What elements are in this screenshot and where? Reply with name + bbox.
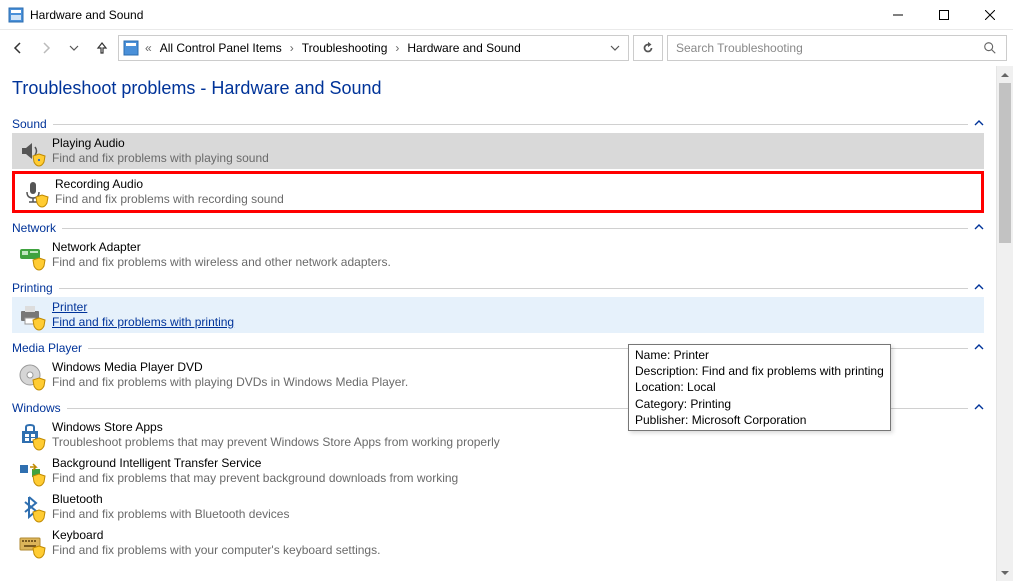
content-area: Troubleshoot problems - Hardware and Sou… bbox=[0, 66, 1013, 581]
item-subtitle: Find and fix problems with playing sound bbox=[52, 151, 269, 166]
section-divider bbox=[59, 288, 968, 289]
section-sound: Sound Playing Audio Find and fix problem… bbox=[12, 117, 984, 213]
scroll-up-arrow[interactable] bbox=[997, 66, 1013, 83]
transfer-icon bbox=[16, 457, 44, 485]
item-subtitle: Find and fix problems with wireless and … bbox=[52, 255, 391, 270]
troubleshooter-keyboard[interactable]: Keyboard Find and fix problems with your… bbox=[12, 525, 984, 561]
section-network: Network Network Adapter Find and fix pro… bbox=[12, 221, 984, 273]
window-title: Hardware and Sound bbox=[30, 8, 143, 22]
back-button[interactable] bbox=[6, 36, 30, 60]
bluetooth-icon bbox=[16, 493, 44, 521]
speaker-icon bbox=[16, 137, 44, 165]
item-subtitle: Find and fix problems with your computer… bbox=[52, 543, 380, 558]
recent-locations-button[interactable] bbox=[62, 36, 86, 60]
section-header-network[interactable]: Network bbox=[12, 221, 984, 235]
store-icon bbox=[16, 421, 44, 449]
item-title: Windows Store Apps bbox=[52, 420, 500, 435]
forward-button[interactable] bbox=[34, 36, 58, 60]
location-icon bbox=[123, 40, 139, 56]
network-adapter-icon bbox=[16, 241, 44, 269]
item-subtitle: Find and fix problems with playing DVDs … bbox=[52, 375, 408, 390]
maximize-button[interactable] bbox=[921, 0, 967, 30]
minimize-button[interactable] bbox=[875, 0, 921, 30]
item-title: Printer bbox=[52, 300, 234, 315]
troubleshooter-bits[interactable]: Background Intelligent Transfer Service … bbox=[12, 453, 984, 489]
search-icon[interactable] bbox=[982, 41, 998, 55]
crumb-prefix-chevron[interactable]: « bbox=[143, 41, 154, 55]
tooltip-line: Location: Local bbox=[635, 379, 884, 395]
collapse-icon[interactable] bbox=[974, 341, 984, 355]
microphone-icon bbox=[19, 178, 47, 206]
collapse-icon[interactable] bbox=[974, 281, 984, 295]
collapse-icon[interactable] bbox=[974, 401, 984, 415]
troubleshooter-bluetooth[interactable]: Bluetooth Find and fix problems with Blu… bbox=[12, 489, 984, 525]
printer-icon bbox=[16, 301, 44, 329]
navigation-bar: « All Control Panel Items › Troubleshoot… bbox=[0, 30, 1013, 66]
tooltip-line: Publisher: Microsoft Corporation bbox=[635, 412, 884, 428]
tooltip-printer: Name: Printer Description: Find and fix … bbox=[628, 344, 891, 431]
collapse-icon[interactable] bbox=[974, 221, 984, 235]
highlight-box: Recording Audio Find and fix problems wi… bbox=[12, 171, 984, 213]
keyboard-icon bbox=[16, 529, 44, 557]
item-title: Bluetooth bbox=[52, 492, 289, 507]
item-title: Network Adapter bbox=[52, 240, 391, 255]
page-title: Troubleshoot problems - Hardware and Sou… bbox=[12, 78, 984, 99]
troubleshooter-network-adapter[interactable]: Network Adapter Find and fix problems wi… bbox=[12, 237, 984, 273]
item-subtitle: Find and fix problems with Bluetooth dev… bbox=[52, 507, 289, 522]
section-header-sound[interactable]: Sound bbox=[12, 117, 984, 131]
tooltip-line: Description: Find and fix problems with … bbox=[635, 363, 884, 379]
section-label: Network bbox=[12, 221, 56, 235]
titlebar: Hardware and Sound bbox=[0, 0, 1013, 30]
close-button[interactable] bbox=[967, 0, 1013, 30]
window-controls bbox=[875, 0, 1013, 30]
chevron-right-icon: › bbox=[393, 41, 401, 55]
item-title: Background Intelligent Transfer Service bbox=[52, 456, 458, 471]
tooltip-line: Category: Printing bbox=[635, 396, 884, 412]
scroll-down-arrow[interactable] bbox=[997, 564, 1013, 581]
address-bar[interactable]: « All Control Panel Items › Troubleshoot… bbox=[118, 35, 629, 61]
troubleshooter-playing-audio[interactable]: Playing Audio Find and fix problems with… bbox=[12, 133, 984, 169]
section-label: Windows bbox=[12, 401, 61, 415]
section-header-printing[interactable]: Printing bbox=[12, 281, 984, 295]
up-button[interactable] bbox=[90, 36, 114, 60]
item-subtitle: Find and fix problems with recording sou… bbox=[55, 192, 284, 207]
refresh-button[interactable] bbox=[633, 35, 663, 61]
control-panel-icon bbox=[8, 7, 24, 23]
chevron-right-icon: › bbox=[288, 41, 296, 55]
item-title: Playing Audio bbox=[52, 136, 269, 151]
section-divider bbox=[53, 124, 968, 125]
tooltip-line: Name: Printer bbox=[635, 347, 884, 363]
breadcrumb-item[interactable]: Troubleshooting bbox=[300, 41, 390, 55]
item-title: Recording Audio bbox=[55, 177, 284, 192]
address-dropdown[interactable] bbox=[606, 43, 624, 53]
scroll-thumb[interactable] bbox=[999, 83, 1011, 243]
breadcrumb-item[interactable]: All Control Panel Items bbox=[158, 41, 284, 55]
search-box[interactable] bbox=[667, 35, 1007, 61]
item-subtitle: Find and fix problems with printing bbox=[52, 315, 234, 330]
section-divider bbox=[62, 228, 968, 229]
content-scroll[interactable]: Troubleshoot problems - Hardware and Sou… bbox=[0, 66, 996, 581]
item-subtitle: Find and fix problems that may prevent b… bbox=[52, 471, 458, 486]
vertical-scrollbar[interactable] bbox=[996, 66, 1013, 581]
item-title: Windows Media Player DVD bbox=[52, 360, 408, 375]
item-title: Keyboard bbox=[52, 528, 380, 543]
dvd-icon bbox=[16, 361, 44, 389]
collapse-icon[interactable] bbox=[974, 117, 984, 131]
item-subtitle: Troubleshoot problems that may prevent W… bbox=[52, 435, 500, 450]
troubleshooter-printer[interactable]: Printer Find and fix problems with print… bbox=[12, 297, 984, 333]
section-label: Media Player bbox=[12, 341, 82, 355]
section-label: Printing bbox=[12, 281, 53, 295]
breadcrumb-item[interactable]: Hardware and Sound bbox=[405, 41, 522, 55]
troubleshooter-recording-audio[interactable]: Recording Audio Find and fix problems wi… bbox=[15, 174, 981, 210]
section-printing: Printing Printer Find and fix problems w… bbox=[12, 281, 984, 333]
section-label: Sound bbox=[12, 117, 47, 131]
search-input[interactable] bbox=[676, 41, 982, 55]
